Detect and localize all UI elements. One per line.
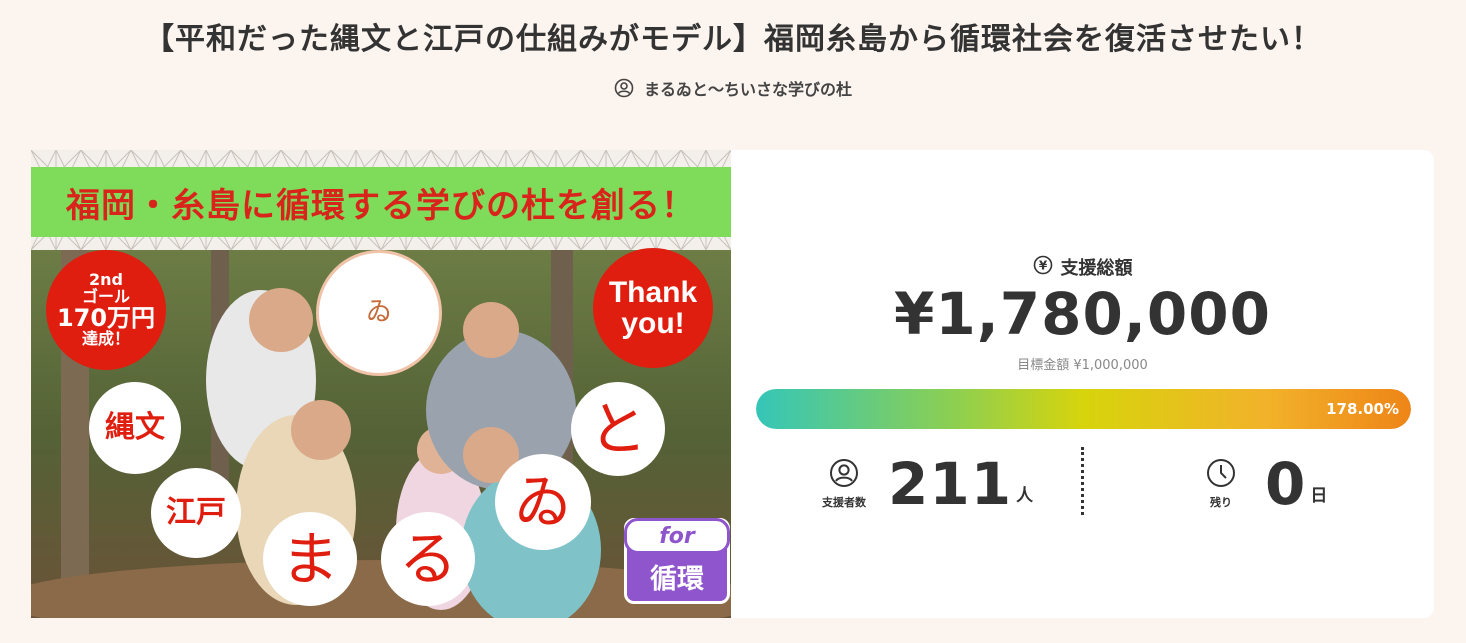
project-hero-image: 福岡・糸島に循環する学びの杜を創る！ 2nd ゴール 170万円 達成！ Tha…: [31, 150, 731, 618]
thank-you-line-2: you!: [621, 307, 685, 340]
clock-icon: [1206, 458, 1236, 491]
thank-you-line-1: Thank: [608, 275, 698, 309]
goal-badge-line-4: 達成！: [81, 328, 130, 348]
user-circle-icon: [614, 78, 634, 98]
total-label: 支援総額: [1060, 258, 1133, 279]
goal-amount: 目標金額 ¥1,000,000: [1017, 358, 1148, 373]
goal-badge: 2nd ゴール 170万円 達成！: [46, 250, 166, 370]
for-junkan-badge: for 循環: [624, 518, 730, 604]
progress-bar-fill: [756, 389, 1411, 429]
circle-ma: ま: [263, 512, 357, 606]
for-label: for: [624, 518, 730, 554]
progress-percent: 178.00%: [1326, 400, 1399, 418]
hero-banner: 福岡・糸島に循環する学びの杜を創る！: [31, 167, 731, 237]
funding-panel: ¥ 支援総額 ¥1,780,000 目標金額 ¥1,000,000 178.00…: [731, 150, 1434, 618]
owner-name[interactable]: まるゐと〜ちいさな学びの杜: [644, 76, 852, 100]
circle-jomon: 縄文: [89, 382, 181, 474]
supporters-label-group: 支援者数: [816, 458, 872, 510]
circle-wi: ゐ: [495, 454, 591, 550]
supporters-unit: 人: [1016, 486, 1034, 506]
supporters-label: 支援者数: [822, 496, 866, 509]
total-label-row: ¥ 支援総額: [731, 254, 1434, 280]
yen-circle-icon: ¥: [1033, 255, 1053, 280]
thank-you-badge: Thank you!: [593, 248, 713, 368]
circle-edo: 江戸: [151, 468, 241, 558]
remaining-stat: 残り 0 日: [1193, 450, 1327, 518]
remaining-label: 残り: [1210, 496, 1232, 509]
logo-mark: ゐ: [316, 250, 442, 376]
project-owner[interactable]: まるゐと〜ちいさな学びの杜: [0, 76, 1466, 100]
user-circle-icon: [829, 458, 859, 491]
progress-bar: 178.00%: [756, 389, 1411, 429]
stats-divider: [1081, 447, 1084, 515]
svg-text:¥: ¥: [1038, 258, 1047, 272]
supporters-count: 211: [888, 450, 1013, 518]
remaining-count: 0: [1265, 450, 1307, 518]
remaining-label-group: 残り: [1193, 458, 1249, 510]
total-amount: ¥1,780,000: [894, 280, 1271, 348]
goal-badge-line-3: 170万円: [56, 303, 156, 332]
circle-to: と: [571, 382, 665, 476]
remaining-unit: 日: [1310, 486, 1328, 506]
circle-ru: る: [381, 512, 475, 606]
for-value: 循環: [650, 563, 704, 595]
logo-char: ゐ: [365, 297, 392, 328]
project-title: 【平和だった縄文と江戸の仕組みがモデル】福岡糸島から循環社会を復活させたい！: [144, 22, 1322, 57]
supporters-stat: 支援者数 211 人: [816, 450, 1033, 518]
